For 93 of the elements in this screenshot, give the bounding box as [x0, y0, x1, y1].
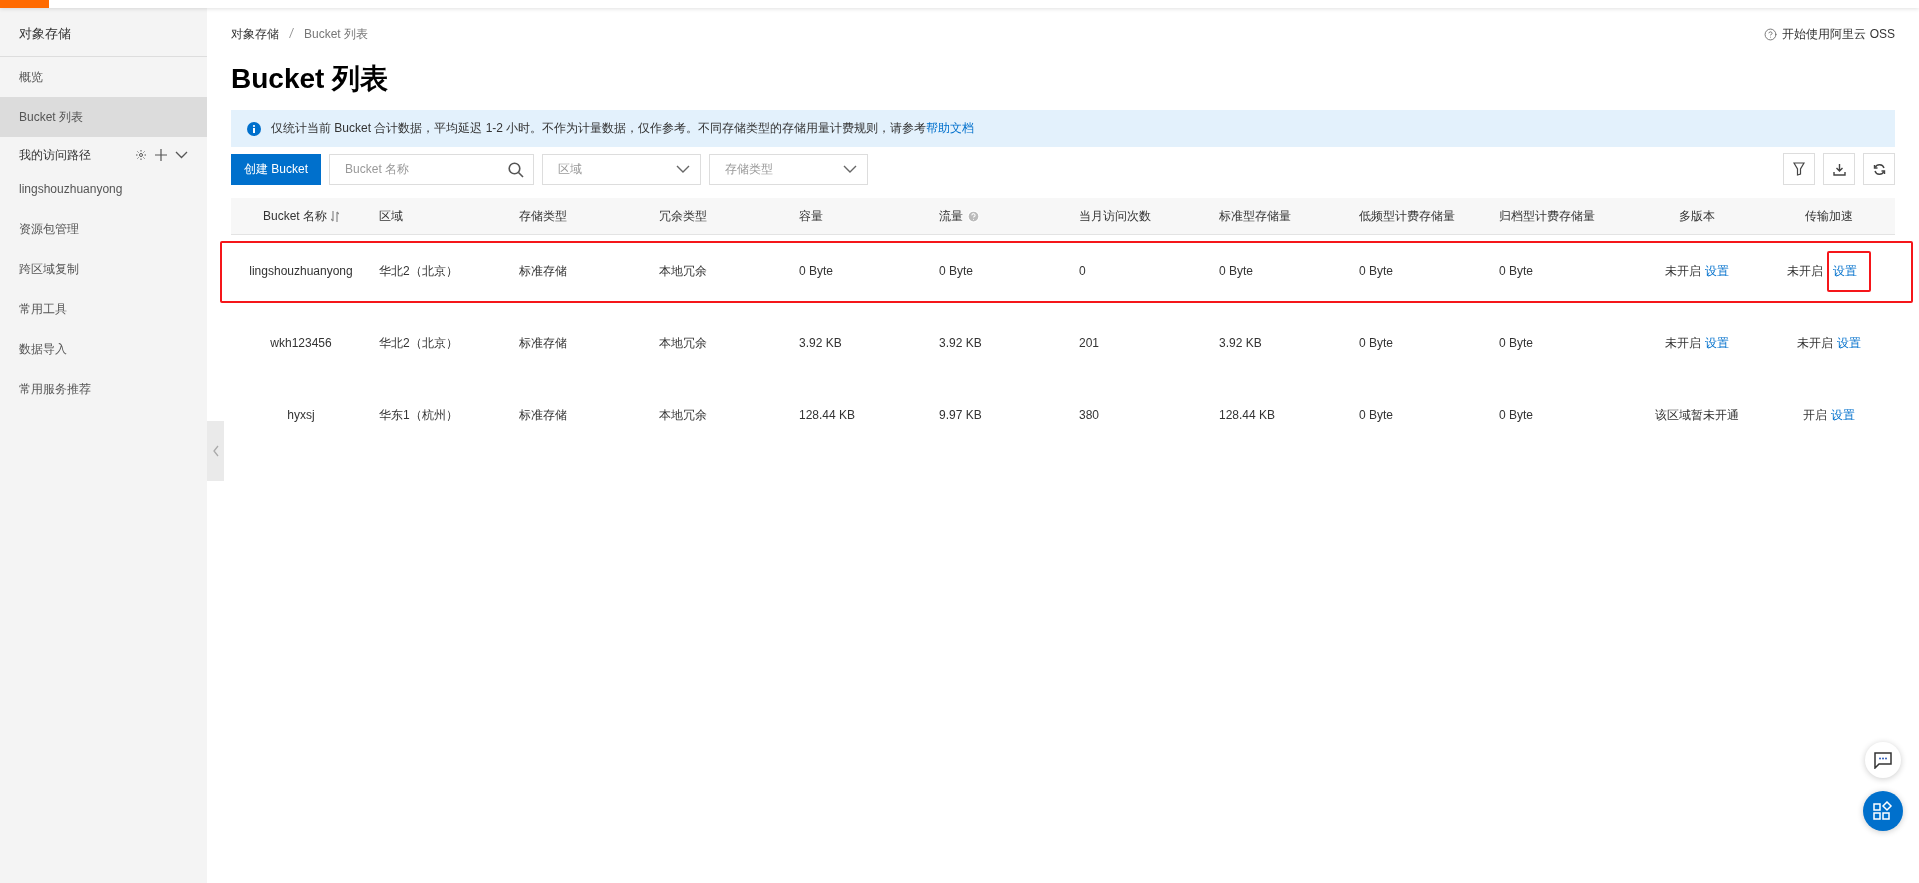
table-cell-text: 128.44 KB	[798, 408, 857, 422]
sidebar-item[interactable]: Bucket 列表	[0, 97, 207, 137]
notice-text: 仅统计当前 Bucket 合计数据，平均延迟 1-2 小时。不作为计量数据，仅作参考。不同存储类型的存储用量计费规则，请参考帮助文档	[271, 120, 975, 137]
table-cell-text: 0 Byte	[1358, 264, 1395, 278]
column-header: 传输加速	[1805, 207, 1853, 225]
table-cell-text: 0	[1078, 264, 1087, 278]
sidebar-item[interactable]: 资源包管理	[0, 209, 207, 249]
table-cell-text: 0 Byte	[1358, 408, 1395, 422]
page-title: Bucket 列表	[231, 62, 390, 96]
column-header: 多版本	[1679, 207, 1715, 225]
sidebar-item[interactable]: lingshouzhuanyong	[0, 169, 207, 209]
chat-button[interactable]	[1865, 742, 1901, 778]
column-header: 区域	[379, 207, 403, 225]
table-cell-text: 标准存储	[518, 406, 568, 424]
settings-link[interactable]: 设置	[1705, 262, 1729, 280]
breadcrumb-item: Bucket 列表	[304, 25, 369, 43]
refresh-icon	[1872, 162, 1886, 176]
table-cell-text: 0 Byte	[1498, 264, 1535, 278]
status-text: 未开启	[1665, 262, 1701, 280]
chevron-down-icon[interactable]	[175, 151, 188, 159]
sidebar-item[interactable]: 跨区域复制	[0, 249, 207, 289]
search-icon[interactable]	[508, 161, 525, 178]
create-bucket-button[interactable]: 创建 Bucket	[231, 153, 322, 185]
refresh-button[interactable]	[1863, 153, 1895, 185]
settings-link[interactable]: 设置	[1827, 250, 1871, 292]
table-cell-text: 380	[1078, 408, 1101, 422]
chevron-down-icon	[843, 165, 858, 173]
apps-button[interactable]	[1863, 791, 1903, 831]
column-header: 当月访问次数	[1079, 207, 1151, 225]
sidebar-item[interactable]: 数据导入	[0, 329, 207, 369]
status-text: 该区域暂未开通	[1655, 406, 1739, 424]
search-field[interactable]: Bucket 名称	[329, 153, 535, 185]
slash-separator-icon	[289, 28, 294, 38]
table-cell-text: 0 Byte	[1218, 264, 1255, 278]
column-header: 标准型存储量	[1219, 207, 1291, 225]
table-cell-text: 标准存储	[518, 334, 568, 352]
table-cell-text: 华东1（杭州）	[378, 406, 459, 424]
chevron-left-icon	[212, 445, 219, 457]
download-button[interactable]	[1823, 153, 1855, 185]
table-cell-text: 3.92 KB	[938, 336, 983, 350]
table-cell-text: wkh123456	[269, 336, 333, 350]
sidebar-group-label: 我的访问路径	[19, 146, 91, 164]
settings-link[interactable]: 设置	[1837, 334, 1861, 352]
column-header: 存储类型	[519, 207, 567, 225]
table-cell-text: 9.97 KB	[938, 408, 983, 422]
breadcrumb-item[interactable]: 对象存储	[231, 25, 279, 43]
column-header: 流量	[939, 207, 963, 225]
info-icon	[247, 121, 261, 136]
status-text: 未开启	[1787, 262, 1823, 280]
column-header: 低频型计费存储量	[1359, 207, 1455, 225]
status-text: 未开启	[1797, 334, 1833, 352]
chat-icon	[1874, 751, 1892, 769]
table-cell-text: 本地冗余	[658, 262, 708, 280]
logo-block	[0, 0, 49, 8]
table-cell-text: lingshouzhuanyong	[248, 264, 354, 278]
table-cell-text: 本地冗余	[658, 334, 708, 352]
table-cell-text: 128.44 KB	[1218, 408, 1277, 422]
table-cell-text: 201	[1078, 336, 1101, 350]
table-cell-text: 0 Byte	[1358, 336, 1395, 350]
column-header: 归档型计费存储量	[1499, 207, 1595, 225]
status-text: 未开启	[1665, 334, 1701, 352]
table-cell-text: 0 Byte	[1498, 336, 1535, 350]
settings-link[interactable]: 设置	[1831, 406, 1855, 424]
sidebar-item[interactable]: 常用服务推荐	[0, 369, 207, 409]
table-cell-text: 华北2（北京）	[378, 334, 459, 352]
table-cell-text: 0 Byte	[1498, 408, 1535, 422]
table-cell-text: hyxsj	[286, 408, 316, 422]
sort-icon[interactable]	[331, 210, 339, 222]
help-docs-link[interactable]: 帮助文档	[926, 121, 975, 135]
download-icon	[1832, 162, 1846, 176]
column-header: 冗余类型	[659, 207, 707, 225]
column-header: 容量	[799, 207, 823, 225]
table-cell-text: 0 Byte	[798, 264, 835, 278]
help-icon	[1764, 27, 1778, 41]
table-cell-text: 标准存储	[518, 262, 568, 280]
table-cell-text: 本地冗余	[658, 406, 708, 424]
table-cell-text: 0 Byte	[938, 264, 975, 278]
filter-button[interactable]	[1783, 153, 1815, 185]
settings-link[interactable]: 设置	[1705, 334, 1729, 352]
apps-icon	[1873, 801, 1893, 821]
table-cell-text: 3.92 KB	[1218, 336, 1263, 350]
sidebar-item[interactable]: 概览	[0, 57, 207, 97]
table-cell-text: 华北2（北京）	[378, 262, 459, 280]
chevron-down-icon	[676, 165, 691, 173]
column-header[interactable]: Bucket 名称	[263, 207, 327, 225]
status-text: 开启	[1803, 406, 1827, 424]
filter-icon	[1793, 162, 1805, 176]
plus-icon[interactable]	[155, 149, 167, 161]
collapse-handle[interactable]	[207, 421, 224, 481]
sidebar-title: 对象存储	[0, 8, 207, 57]
help-link[interactable]: 开始使用阿里云 OSS	[1764, 25, 1895, 43]
sidebar-item[interactable]: 常用工具	[0, 289, 207, 329]
table-cell-text: 3.92 KB	[798, 336, 843, 350]
